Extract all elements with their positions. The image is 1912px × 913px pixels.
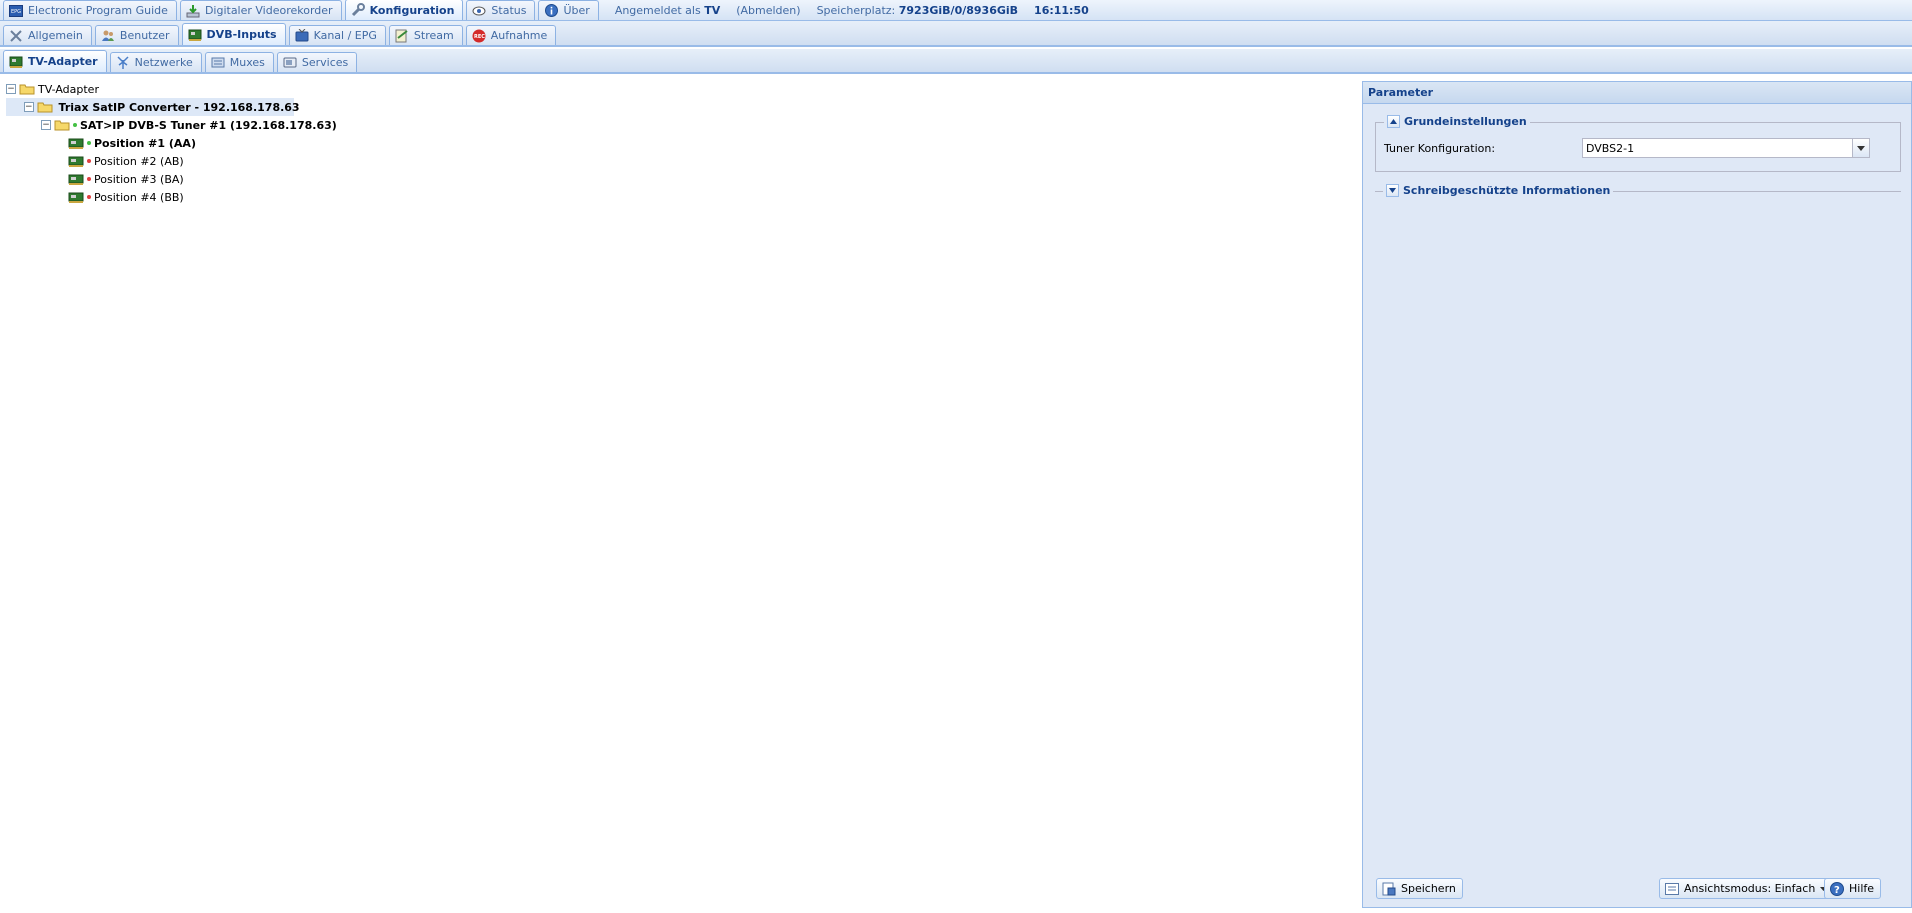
tv-icon: [294, 29, 310, 43]
rec-icon: REC: [471, 29, 487, 43]
main-tab-bar: EPG Electronic Program Guide Digitaler V…: [0, 0, 1912, 21]
help-button[interactable]: ? Hilfe: [1824, 878, 1882, 899]
svg-text:REC: REC: [474, 34, 485, 40]
tuner-config-input[interactable]: [1583, 141, 1852, 155]
tree-node-position-1[interactable]: Position #1 (AA): [6, 134, 1356, 152]
config-tab-bar: Allgemein Benutzer DVB-Inputs Kanal / EP…: [0, 21, 1912, 47]
tv-card-icon: [187, 28, 203, 42]
help-icon: ?: [1829, 881, 1845, 896]
services-icon: [282, 56, 298, 70]
panel-title: Parameter: [1363, 82, 1911, 104]
adapter-tree: − TV-Adapter − Triax SatIP Converter - 1…: [6, 80, 1356, 206]
basic-settings-fieldset: Grundeinstellungen Tuner Konfiguration:: [1375, 115, 1901, 172]
tab-users[interactable]: Benutzer: [94, 25, 179, 45]
tree-node-triax-converter[interactable]: − Triax SatIP Converter - 192.168.178.63: [6, 98, 300, 116]
tab-networks[interactable]: Netzwerke: [109, 52, 202, 72]
tree-node-position-3[interactable]: Position #3 (BA): [6, 170, 1356, 188]
parameter-panel: Parameter Grundeinstellungen Tuner Konfi…: [1362, 81, 1912, 908]
tv-card-icon: [8, 55, 24, 69]
clock: 16:11:50: [1034, 3, 1089, 17]
tree-node-position-2[interactable]: Position #2 (AB): [6, 152, 1356, 170]
collapse-up-icon[interactable]: [1387, 115, 1400, 128]
tab-dvr[interactable]: Digitaler Videorekorder: [179, 0, 342, 20]
tv-card-icon: [68, 136, 84, 150]
stream-icon: [394, 29, 410, 43]
status-dot-green: [73, 123, 77, 127]
status-dot-red: [87, 195, 91, 199]
logout-link[interactable]: (Abmelden): [736, 4, 800, 17]
view-mode-icon: [1664, 882, 1680, 896]
folder-icon: [19, 82, 35, 96]
folder-icon: [54, 118, 70, 132]
tab-configuration[interactable]: Konfiguration: [344, 0, 464, 20]
svg-text:?: ?: [1834, 885, 1840, 896]
tab-recording[interactable]: REC Aufnahme: [465, 25, 557, 45]
readonly-info-fieldset: Schreibgeschützte Informationen: [1375, 184, 1901, 197]
wrench-icon: [350, 3, 366, 17]
download-icon: [185, 4, 201, 18]
tree-node-position-4[interactable]: Position #4 (BB): [6, 188, 1356, 206]
tuner-config-label: Tuner Konfiguration:: [1384, 141, 1496, 155]
info-icon: [543, 4, 559, 18]
collapse-toggle[interactable]: −: [24, 102, 34, 112]
mux-icon: [210, 56, 226, 70]
users-icon: [100, 29, 116, 43]
dvb-tab-bar: TV-Adapter Netzwerke Muxes Services: [0, 49, 1912, 74]
tab-status[interactable]: Status: [466, 0, 536, 20]
chevron-down-icon[interactable]: [1852, 139, 1869, 157]
tab-stream[interactable]: Stream: [388, 25, 463, 45]
collapse-toggle[interactable]: −: [6, 84, 16, 94]
folder-icon: [37, 100, 53, 114]
tab-dvb-inputs[interactable]: DVB-Inputs: [181, 23, 286, 45]
basic-settings-legend[interactable]: Grundeinstellungen: [1384, 115, 1530, 128]
tab-about[interactable]: Über: [538, 0, 599, 20]
antenna-icon: [115, 55, 131, 70]
save-icon: [1381, 882, 1397, 896]
tab-muxes[interactable]: Muxes: [204, 52, 274, 72]
status-info: Angemeldet als TV (Abmelden) Speicherpla…: [615, 0, 1089, 20]
tab-channel-epg[interactable]: Kanal / EPG: [288, 25, 386, 45]
tree-node-tv-adapter[interactable]: − TV-Adapter: [6, 80, 1356, 98]
readonly-info-legend[interactable]: Schreibgeschützte Informationen: [1383, 184, 1614, 197]
tuner-config-row: Tuner Konfiguration:: [1376, 138, 1900, 158]
eye-icon: [471, 4, 487, 18]
status-dot-green: [87, 141, 91, 145]
tab-epg[interactable]: EPG Electronic Program Guide: [3, 0, 177, 20]
svg-text:EPG: EPG: [11, 9, 21, 15]
tv-card-icon: [68, 190, 84, 204]
storage-info: Speicherplatz: 7923GiB/0/8936GiB: [816, 3, 1019, 17]
tree-node-satip-tuner[interactable]: − SAT>IP DVB-S Tuner #1 (192.168.178.63): [6, 116, 1356, 134]
status-dot-red: [87, 177, 91, 181]
status-dot-red: [87, 159, 91, 163]
save-button[interactable]: Speichern: [1376, 878, 1463, 899]
view-mode-button[interactable]: Ansichtsmodus: Einfach: [1659, 878, 1835, 899]
tools-icon: [8, 29, 24, 43]
tab-services[interactable]: Services: [276, 52, 358, 72]
tuner-config-combo[interactable]: [1582, 138, 1870, 158]
tv-card-icon: [68, 172, 84, 186]
tv-card-icon: [68, 154, 84, 168]
expand-down-icon[interactable]: [1386, 184, 1399, 197]
collapse-toggle[interactable]: −: [41, 120, 51, 130]
login-info: Angemeldet als TV: [614, 3, 721, 17]
epg-icon: EPG: [8, 4, 24, 18]
tab-tv-adapter[interactable]: TV-Adapter: [3, 50, 107, 72]
tab-general[interactable]: Allgemein: [3, 25, 92, 45]
